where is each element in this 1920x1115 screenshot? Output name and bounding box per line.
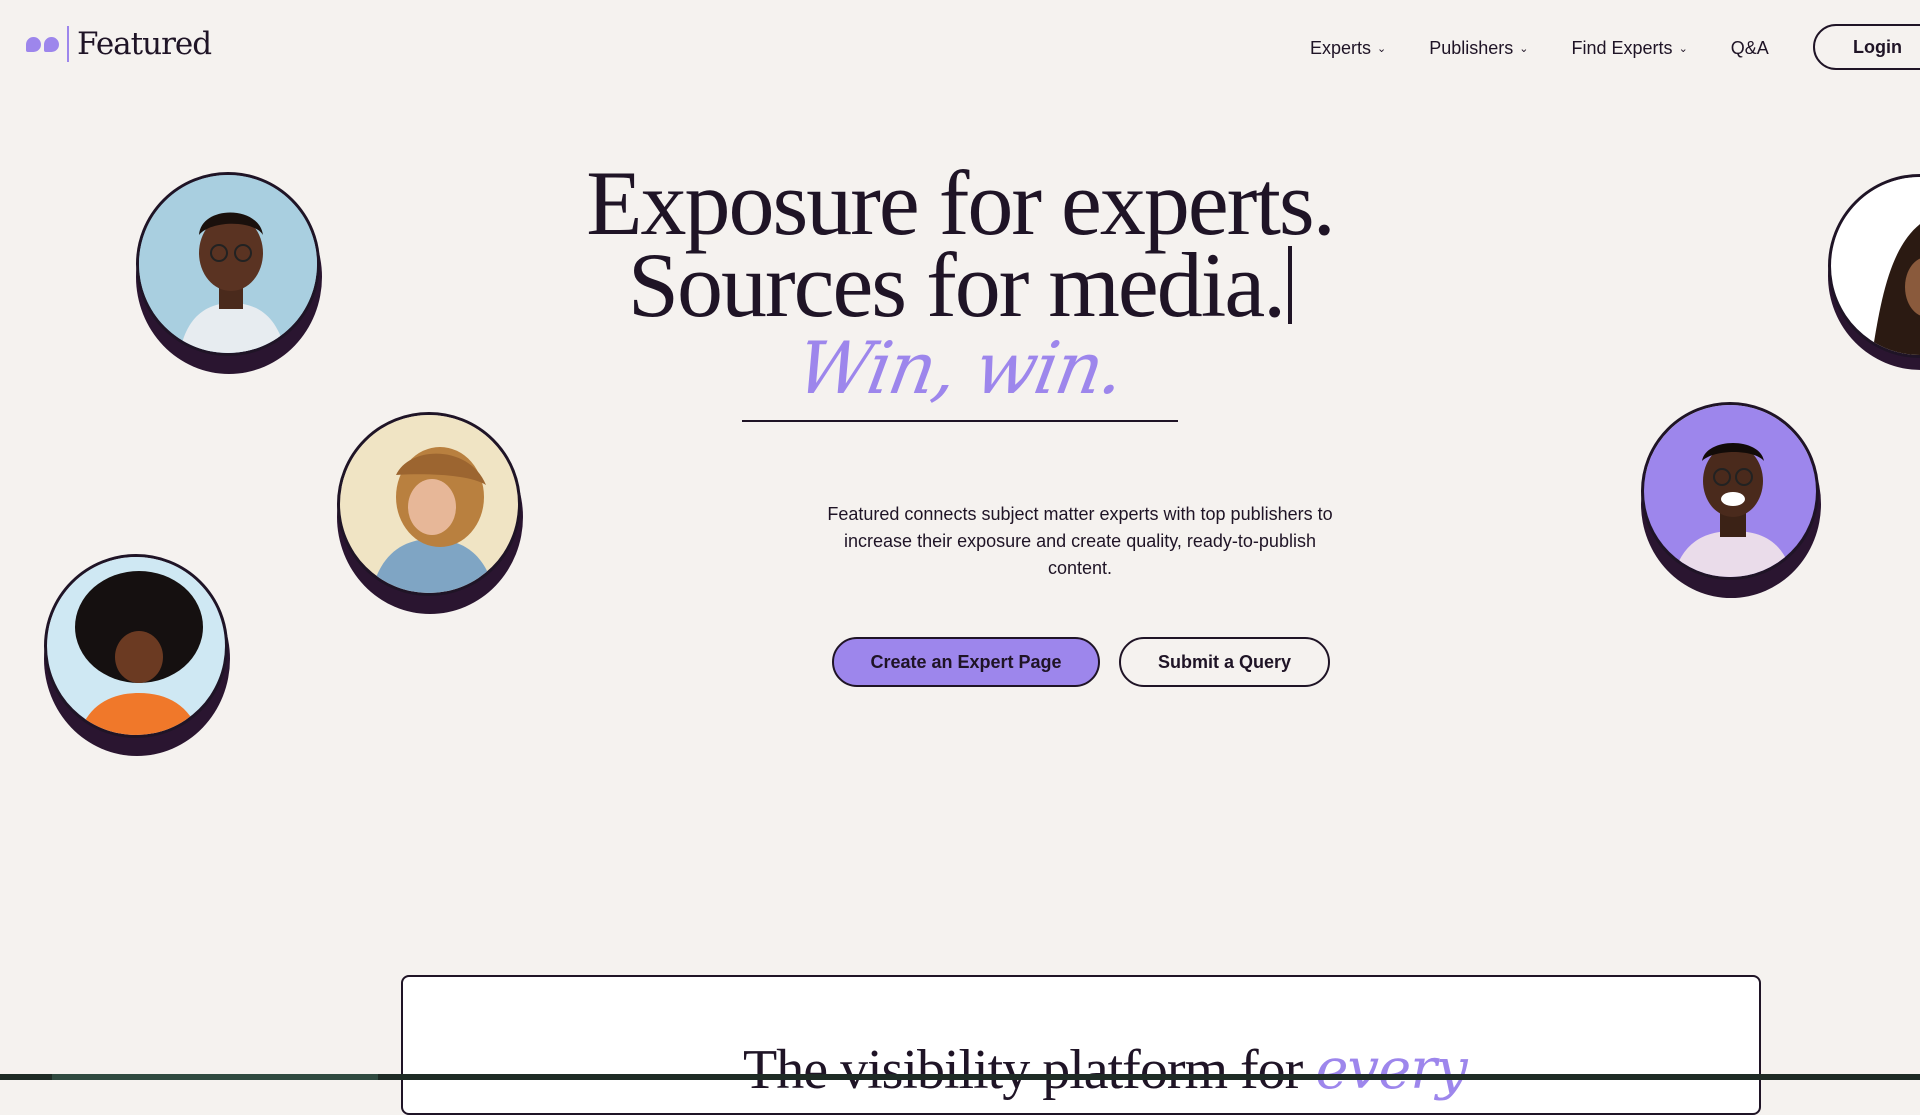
expert-avatar-man-laughing <box>1641 402 1819 580</box>
nav-item-label: Experts <box>1310 37 1372 58</box>
nav-item-label: Find Experts <box>1571 37 1673 58</box>
section-title-accent: every <box>1315 1037 1467 1102</box>
tagline-underline <box>742 420 1178 422</box>
hero-headline: Exposure for experts. Sources for media. <box>0 157 1920 331</box>
logo-text: Featured <box>77 26 212 62</box>
create-expert-page-button[interactable]: Create an Expert Page <box>832 637 1100 687</box>
visibility-platform-card: The visibility platform for every <box>401 975 1761 1115</box>
nav-item-experts[interactable]: Experts ⌄ <box>1310 38 1386 59</box>
headline-line-2: Sources for media. <box>627 234 1286 336</box>
nav-item-label: Publishers <box>1429 37 1514 58</box>
section-title: The visibility platform for every <box>743 1037 1468 1102</box>
logo-divider <box>67 26 69 62</box>
quote-mark-icon <box>26 36 59 52</box>
bottom-bar-segment <box>52 1074 378 1080</box>
nav-item-publishers[interactable]: Publishers ⌄ <box>1429 38 1528 59</box>
chevron-down-icon: ⌄ <box>1678 42 1688 55</box>
chevron-down-icon: ⌄ <box>1377 42 1387 55</box>
section-title-text: The visibility platform for <box>743 1039 1303 1101</box>
hero-section: Exposure for experts. Sources for media.… <box>0 150 1920 422</box>
expert-avatar-woman-denim <box>337 412 521 596</box>
nav-item-find-experts[interactable]: Find Experts ⌄ <box>1572 38 1688 59</box>
main-nav: Experts ⌄ Publishers ⌄ Find Experts ⌄ Q&… <box>1310 24 1812 72</box>
expert-avatar-woman-afro <box>44 554 228 738</box>
bottom-bar <box>0 1074 1920 1080</box>
featured-logo[interactable]: Featured <box>26 26 212 62</box>
nav-item-qa[interactable]: Q&A <box>1731 38 1769 59</box>
submit-query-button[interactable]: Submit a Query <box>1119 637 1330 687</box>
hero-description: Featured connects subject matter experts… <box>827 504 1333 578</box>
tagline-wrap: Win, win. <box>742 326 1178 422</box>
login-button[interactable]: Login <box>1813 24 1920 70</box>
nav-item-label: Q&A <box>1730 37 1769 58</box>
text-cursor <box>1288 246 1293 324</box>
hero-tagline: Win, win. <box>790 326 1130 410</box>
chevron-down-icon: ⌄ <box>1519 42 1529 55</box>
site-header: Featured Experts ⌄ Publishers ⌄ Find Exp… <box>0 0 1920 96</box>
